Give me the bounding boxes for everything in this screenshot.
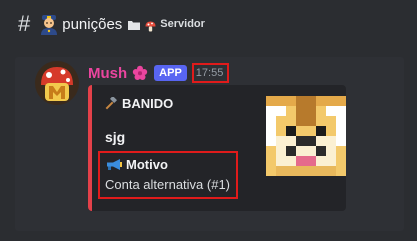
embed-field-value: Conta alternativa (#1)	[105, 177, 231, 192]
channel-name[interactable]: punições	[62, 16, 122, 33]
message-header: Mush APP 17:55	[88, 63, 230, 83]
author-name[interactable]: Mush	[88, 65, 127, 82]
mushroom-icon	[145, 19, 156, 31]
embed-accent-bar	[88, 85, 92, 211]
channel-hash-icon: #	[18, 11, 31, 36]
flower-icon	[132, 65, 148, 81]
embed-title: BANIDO	[122, 96, 174, 111]
timestamp[interactable]: 17:55	[191, 63, 230, 83]
embed-description: sjg	[105, 129, 126, 145]
app-badge: APP	[154, 65, 187, 81]
police-officer-icon	[38, 13, 60, 35]
folder-icon	[128, 18, 141, 30]
embed-thumbnail[interactable]	[266, 96, 346, 176]
embed-field-name-row: Motivo	[105, 157, 168, 172]
category-name[interactable]: Servidor	[160, 18, 205, 30]
embed-field-name: Motivo	[126, 157, 168, 172]
channel-header: # punições Servidor	[0, 0, 417, 48]
megaphone-icon	[105, 158, 123, 171]
hammer-icon	[104, 96, 117, 110]
embed: BANIDO sjg Motivo Conta alternativa (#1)	[88, 85, 346, 211]
embed-field: Motivo Conta alternativa (#1)	[98, 151, 238, 199]
avatar[interactable]	[35, 61, 79, 105]
message: Mush APP 17:55 BANIDO sjg Motivo Conta a…	[15, 57, 404, 231]
embed-title-row: BANIDO	[104, 96, 173, 111]
